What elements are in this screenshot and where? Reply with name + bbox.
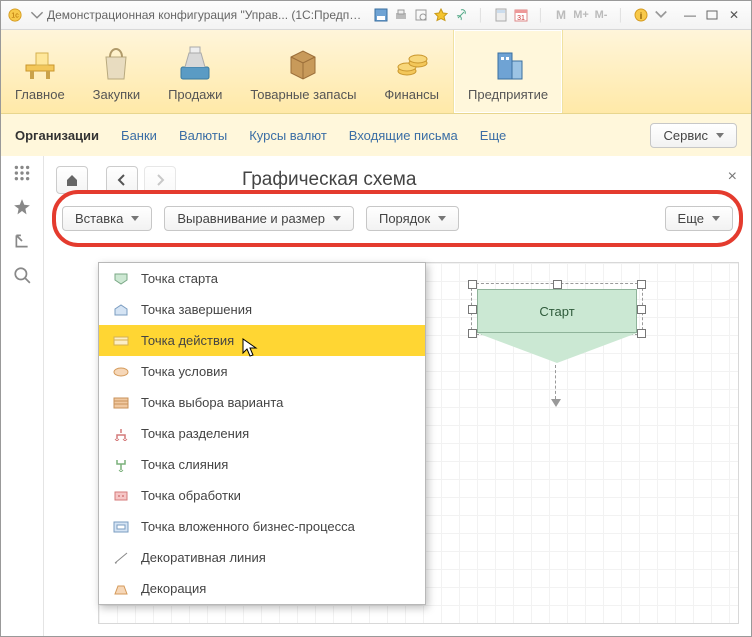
end-point-icon bbox=[113, 303, 129, 317]
close-page-button[interactable]: × bbox=[728, 168, 737, 186]
calc-icon[interactable] bbox=[493, 7, 509, 23]
subnav-rates[interactable]: Курсы валют bbox=[249, 128, 327, 143]
apps-icon[interactable] bbox=[13, 164, 31, 182]
back-button[interactable] bbox=[106, 166, 138, 194]
print-icon[interactable] bbox=[393, 7, 409, 23]
window-title: Демонстрационная конфигурация "Управ... … bbox=[47, 8, 367, 22]
subnav-organizations[interactable]: Организации bbox=[15, 128, 99, 143]
tab-main[interactable]: Главное bbox=[1, 30, 79, 113]
menu-start-point[interactable]: Точка старта bbox=[99, 263, 425, 294]
tab-label: Закупки bbox=[93, 87, 140, 102]
subnav: Организации Банки Валюты Курсы валют Вхо… bbox=[1, 114, 751, 157]
start-node[interactable]: Старт bbox=[477, 289, 637, 363]
tab-label: Предприятие bbox=[468, 87, 548, 102]
box-icon bbox=[283, 43, 323, 83]
history-icon[interactable] bbox=[13, 232, 31, 250]
maximize-button[interactable] bbox=[701, 6, 723, 24]
save-icon[interactable] bbox=[373, 7, 389, 23]
order-button[interactable]: Порядок bbox=[366, 206, 459, 231]
align-button[interactable]: Выравнивание и размер bbox=[164, 206, 354, 231]
app-logo-icon: 1c bbox=[7, 7, 23, 23]
content-area: Графическая схема × Вставка Выравнивание… bbox=[1, 156, 751, 636]
tab-label: Продажи bbox=[168, 87, 222, 102]
coins-icon bbox=[392, 43, 432, 83]
star-icon[interactable] bbox=[13, 198, 31, 216]
subnav-banks[interactable]: Банки bbox=[121, 128, 157, 143]
forward-button[interactable] bbox=[144, 166, 176, 194]
menu-subprocess-point[interactable]: Точка вложенного бизнес-процесса bbox=[99, 511, 425, 542]
divider-icon: │ bbox=[533, 7, 549, 23]
help-icon[interactable]: i bbox=[633, 7, 649, 23]
process-point-icon bbox=[113, 489, 129, 503]
subnav-more[interactable]: Еще bbox=[480, 128, 510, 143]
divider-icon: │ bbox=[473, 7, 489, 23]
subprocess-point-icon bbox=[113, 520, 129, 534]
dropdown-icon[interactable] bbox=[29, 7, 45, 23]
titlebar: 1c Демонстрационная конфигурация "Управ.… bbox=[1, 1, 751, 30]
service-button[interactable]: Сервис bbox=[650, 123, 737, 148]
titlebar-tools: │ 31 │ M M+ M- │ i bbox=[373, 7, 669, 23]
subnav-currencies[interactable]: Валюты bbox=[179, 128, 227, 143]
menu-process-point[interactable]: Точка обработки bbox=[99, 480, 425, 511]
tab-enterprise[interactable]: Предприятие bbox=[453, 30, 563, 113]
menu-merge-point[interactable]: Точка слияния bbox=[99, 449, 425, 480]
menu-condition-point[interactable]: Точка условия bbox=[99, 356, 425, 387]
menu-end-point[interactable]: Точка завершения bbox=[99, 294, 425, 325]
insert-button[interactable]: Вставка bbox=[62, 206, 152, 231]
more-button[interactable]: Еще bbox=[665, 206, 733, 231]
tab-label: Финансы bbox=[384, 87, 439, 102]
memory-m-icon[interactable]: M bbox=[553, 7, 569, 23]
workarea: Графическая схема × Вставка Выравнивание… bbox=[44, 156, 751, 636]
decoration-icon bbox=[113, 582, 129, 596]
search-icon[interactable] bbox=[13, 266, 31, 284]
menu-decor-line[interactable]: Декоративная линия bbox=[99, 542, 425, 573]
divider-icon: │ bbox=[613, 7, 629, 23]
variant-point-icon bbox=[113, 396, 129, 410]
insert-dropdown: Точка старта Точка завершения Точка дейс… bbox=[98, 262, 426, 605]
merge-point-icon bbox=[113, 458, 129, 472]
cashregister-icon bbox=[175, 43, 215, 83]
menu-decoration[interactable]: Декорация bbox=[99, 573, 425, 604]
minimize-button[interactable]: — bbox=[679, 6, 701, 24]
split-point-icon bbox=[113, 427, 129, 441]
help-dropdown-icon[interactable] bbox=[653, 7, 669, 23]
svg-text:1c: 1c bbox=[11, 13, 19, 20]
tab-sales[interactable]: Продажи bbox=[154, 30, 236, 113]
main-tabs: Главное Закупки Продажи Товарные запасы … bbox=[1, 30, 751, 114]
left-panel bbox=[1, 156, 44, 636]
action-point-icon bbox=[113, 334, 129, 348]
favorite-icon[interactable] bbox=[433, 7, 449, 23]
start-node-label: Старт bbox=[539, 304, 574, 319]
tab-finance[interactable]: Финансы bbox=[370, 30, 453, 113]
condition-point-icon bbox=[113, 365, 129, 379]
memory-mminus-icon[interactable]: M- bbox=[593, 7, 609, 23]
link-icon[interactable] bbox=[453, 7, 469, 23]
schema-toolbar: Вставка Выравнивание и размер Порядок Ещ… bbox=[56, 200, 739, 237]
bag-icon bbox=[96, 43, 136, 83]
subnav-inbox[interactable]: Входящие письма bbox=[349, 128, 458, 143]
app-window: 1c Демонстрационная конфигурация "Управ.… bbox=[0, 0, 752, 637]
mouse-cursor-icon bbox=[242, 338, 258, 358]
svg-text:31: 31 bbox=[517, 15, 525, 22]
close-button[interactable]: ✕ bbox=[723, 6, 745, 24]
tab-stock[interactable]: Товарные запасы bbox=[236, 30, 370, 113]
menu-variant-point[interactable]: Точка выбора варианта bbox=[99, 387, 425, 418]
start-point-icon bbox=[113, 272, 129, 286]
menu-split-point[interactable]: Точка разделения bbox=[99, 418, 425, 449]
decor-line-icon bbox=[113, 551, 129, 565]
svg-text:i: i bbox=[640, 11, 643, 21]
calendar-icon[interactable]: 31 bbox=[513, 7, 529, 23]
menu-action-point[interactable]: Точка действия bbox=[99, 325, 425, 356]
memory-mplus-icon[interactable]: M+ bbox=[573, 7, 589, 23]
tab-label: Главное bbox=[15, 87, 65, 102]
tab-purchases[interactable]: Закупки bbox=[79, 30, 154, 113]
desk-icon bbox=[20, 43, 60, 83]
preview-icon[interactable] bbox=[413, 7, 429, 23]
page-title: Графическая схема bbox=[242, 169, 416, 191]
home-button[interactable] bbox=[56, 166, 88, 194]
building-icon bbox=[488, 43, 528, 83]
tab-label: Товарные запасы bbox=[250, 87, 356, 102]
